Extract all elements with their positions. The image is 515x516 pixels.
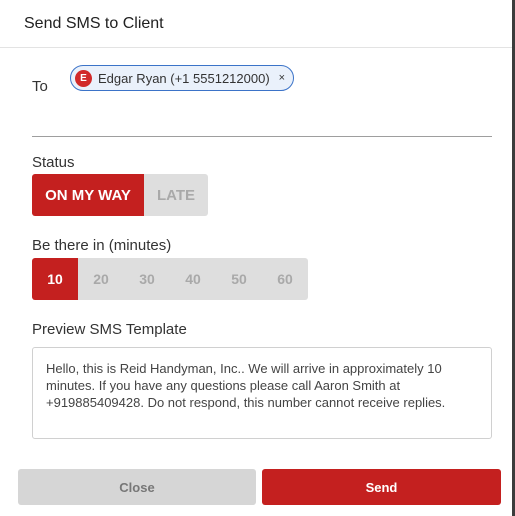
dialog-header: Send SMS to Client bbox=[0, 0, 512, 48]
eta-option-20[interactable]: 20 bbox=[78, 258, 124, 300]
eta-option-40[interactable]: 40 bbox=[170, 258, 216, 300]
status-option-late[interactable]: LATE bbox=[144, 174, 208, 216]
status-label: Status bbox=[32, 154, 75, 171]
status-toggle: ON MY WAY LATE bbox=[32, 174, 208, 216]
recipient-chip[interactable]: E Edgar Ryan (+1 5551212000) × bbox=[70, 65, 295, 91]
sms-dialog: Send SMS to Client To E Edgar Ryan (+1 5… bbox=[0, 0, 515, 516]
preview-label: Preview SMS Template bbox=[32, 321, 187, 338]
close-icon[interactable]: × bbox=[279, 72, 285, 84]
dialog-title: Send SMS to Client bbox=[24, 15, 164, 32]
eta-label: Be there in (minutes) bbox=[32, 237, 172, 254]
recipient-chip-label: Edgar Ryan (+1 5551212000) bbox=[98, 70, 270, 86]
close-button[interactable]: Close bbox=[18, 469, 256, 505]
sms-preview-text: Hello, this is Reid Handyman, Inc.. We w… bbox=[32, 347, 492, 439]
avatar: E bbox=[75, 69, 92, 87]
eta-option-30[interactable]: 30 bbox=[124, 258, 170, 300]
status-option-on-my-way[interactable]: ON MY WAY bbox=[32, 174, 144, 216]
eta-option-50[interactable]: 50 bbox=[216, 258, 262, 300]
eta-option-60[interactable]: 60 bbox=[262, 258, 308, 300]
eta-toggle: 10 20 30 40 50 60 bbox=[32, 258, 308, 300]
to-label: To bbox=[32, 78, 48, 95]
send-button[interactable]: Send bbox=[262, 469, 501, 505]
recipient-field-underline bbox=[32, 136, 492, 137]
eta-option-10[interactable]: 10 bbox=[32, 258, 78, 300]
